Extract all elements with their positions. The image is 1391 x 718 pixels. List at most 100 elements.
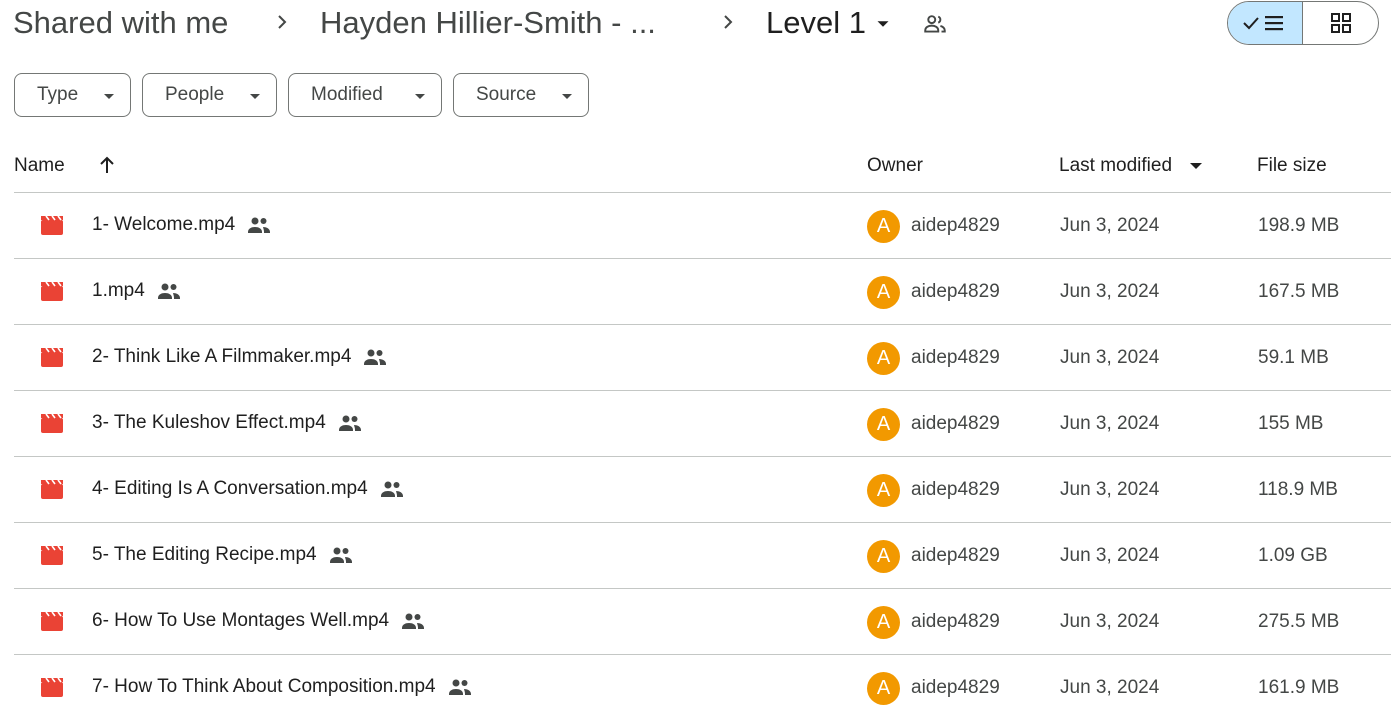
file-name: 6- How To Use Montages Well.mp4: [92, 610, 390, 631]
breadcrumb-shared-with-me[interactable]: Shared with me: [13, 4, 228, 42]
file-size: 1.09 GB: [1258, 545, 1328, 566]
grid-view-button[interactable]: [1303, 2, 1378, 44]
table-row[interactable]: 1- Welcome.mp4 A aidep4829 Jun 3, 2024 1…: [14, 193, 1391, 259]
file-name-cell: 1- Welcome.mp4: [92, 214, 271, 236]
file-size: 275.5 MB: [1258, 611, 1340, 632]
owner-name: aidep4829: [911, 677, 1000, 698]
video-file-icon: [41, 677, 63, 697]
people-icon: [448, 679, 471, 695]
breadcrumb-parent-folder[interactable]: Hayden Hillier-Smith - ...: [320, 4, 656, 42]
arrow-drop-down-icon: [104, 94, 114, 99]
arrow-up-icon[interactable]: [96, 154, 118, 176]
last-modified: Jun 3, 2024: [1060, 215, 1160, 236]
last-modified: Jun 3, 2024: [1060, 281, 1160, 302]
chevron-right-icon: [716, 10, 740, 34]
file-name: 1.mp4: [92, 280, 145, 301]
check-list-icon: [1243, 16, 1283, 31]
file-name-cell: 2- Think Like A Filmmaker.mp4: [92, 346, 387, 368]
avatar: A: [867, 408, 900, 441]
last-modified: Jun 3, 2024: [1060, 347, 1160, 368]
owner-name: aidep4829: [911, 479, 1000, 500]
owner-name: aidep4829: [911, 281, 1000, 302]
video-file-icon: [41, 545, 63, 565]
filter-type-chip[interactable]: Type: [14, 73, 131, 117]
table-row[interactable]: 6- How To Use Montages Well.mp4 A aidep4…: [14, 589, 1391, 655]
last-modified: Jun 3, 2024: [1060, 677, 1160, 698]
file-size: 155 MB: [1258, 413, 1324, 434]
people-icon: [402, 613, 425, 629]
column-header-file-size: File size: [1257, 155, 1327, 176]
file-size: 118.9 MB: [1258, 479, 1338, 500]
owner-name: aidep4829: [911, 545, 1000, 566]
breadcrumb: Shared with me Hayden Hillier-Smith - ..…: [0, 0, 1391, 48]
file-name-cell: 7- How To Think About Composition.mp4: [92, 676, 472, 698]
owner-name: aidep4829: [911, 413, 1000, 434]
table-row[interactable]: 3- The Kuleshov Effect.mp4 A aidep4829 J…: [14, 391, 1391, 457]
avatar: A: [867, 540, 900, 573]
table-header: Name Owner Last modified File size: [14, 145, 1391, 193]
file-name-cell: 3- The Kuleshov Effect.mp4: [92, 412, 362, 434]
people-icon: [248, 217, 271, 233]
file-list: 1- Welcome.mp4 A aidep4829 Jun 3, 2024 1…: [14, 193, 1391, 718]
file-name: 4- Editing Is A Conversation.mp4: [92, 478, 368, 499]
video-file-icon: [41, 611, 63, 631]
arrow-drop-down-icon[interactable]: [872, 13, 894, 35]
table-row[interactable]: 2- Think Like A Filmmaker.mp4 A aidep482…: [14, 325, 1391, 391]
filter-people-chip[interactable]: People: [142, 73, 277, 117]
video-file-icon: [41, 347, 63, 367]
last-modified: Jun 3, 2024: [1060, 413, 1160, 434]
people-icon: [380, 481, 403, 497]
file-name: 3- The Kuleshov Effect.mp4: [92, 412, 326, 433]
video-file-icon: [41, 479, 63, 499]
avatar: A: [867, 210, 900, 243]
arrow-drop-down-icon: [415, 94, 425, 99]
table-row[interactable]: 1.mp4 A aidep4829 Jun 3, 2024 167.5 MB: [14, 259, 1391, 325]
arrow-drop-down-icon[interactable]: [1188, 158, 1204, 174]
arrow-drop-down-icon: [250, 94, 260, 99]
file-name-cell: 5- The Editing Recipe.mp4: [92, 544, 353, 566]
file-name: 5- The Editing Recipe.mp4: [92, 544, 317, 565]
file-size: 59.1 MB: [1258, 347, 1329, 368]
last-modified: Jun 3, 2024: [1060, 479, 1160, 500]
file-name: 1- Welcome.mp4: [92, 214, 236, 235]
table-row[interactable]: 7- How To Think About Composition.mp4 A …: [14, 655, 1391, 718]
avatar: A: [867, 474, 900, 507]
video-file-icon: [41, 413, 63, 433]
people-icon: [364, 349, 387, 365]
owner-name: aidep4829: [911, 347, 1000, 368]
file-size: 167.5 MB: [1258, 281, 1340, 302]
filter-label: People: [165, 84, 225, 105]
last-modified: Jun 3, 2024: [1060, 611, 1160, 632]
file-name: 7- How To Think About Composition.mp4: [92, 676, 436, 697]
last-modified: Jun 3, 2024: [1060, 545, 1160, 566]
avatar: A: [867, 342, 900, 375]
people-icon: [329, 547, 352, 563]
arrow-drop-down-icon: [562, 94, 572, 99]
owner-name: aidep4829: [911, 611, 1000, 632]
file-size: 161.9 MB: [1258, 677, 1340, 698]
video-file-icon: [41, 281, 63, 301]
filter-source-chip[interactable]: Source: [453, 73, 589, 117]
breadcrumb-current-folder[interactable]: Level 1: [766, 4, 866, 42]
grid-icon: [1330, 13, 1351, 33]
owner-name: aidep4829: [911, 215, 1000, 236]
column-header-name[interactable]: Name: [14, 155, 65, 177]
people-outline-icon[interactable]: [922, 11, 948, 37]
filter-label: Modified: [311, 84, 383, 105]
filter-modified-chip[interactable]: Modified: [288, 73, 442, 117]
list-view-button[interactable]: [1228, 2, 1303, 44]
people-icon: [338, 415, 361, 431]
filter-label: Source: [476, 84, 537, 105]
view-toggle: [1227, 1, 1379, 45]
file-size: 198.9 MB: [1258, 215, 1340, 236]
table-row[interactable]: 5- The Editing Recipe.mp4 A aidep4829 Ju…: [14, 523, 1391, 589]
file-name-cell: 4- Editing Is A Conversation.mp4: [92, 478, 404, 500]
avatar: A: [867, 276, 900, 309]
filter-label: Type: [37, 84, 79, 105]
avatar: A: [867, 672, 900, 705]
chevron-right-icon: [270, 10, 294, 34]
avatar: A: [867, 606, 900, 639]
table-row[interactable]: 4- Editing Is A Conversation.mp4 A aidep…: [14, 457, 1391, 523]
file-name-cell: 1.mp4: [92, 280, 181, 302]
column-header-last-modified[interactable]: Last modified: [1059, 155, 1172, 177]
